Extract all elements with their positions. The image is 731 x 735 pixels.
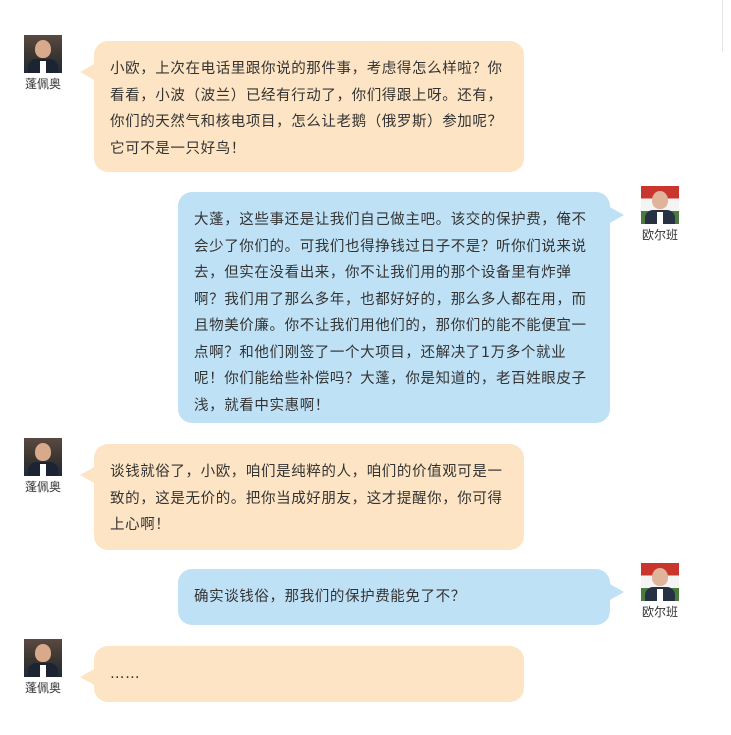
sender-block: 欧尔班 (630, 186, 690, 243)
sender-name: 蓬佩奥 (24, 77, 61, 91)
person-portrait-icon[interactable] (24, 639, 62, 677)
sender-block: 蓬佩奥 (13, 35, 73, 92)
chat-thread: 蓬佩奥 小欧，上次在电话里跟你说的那件事，考虑得怎么样啦？你看看，小波（波兰）已… (0, 0, 731, 735)
sender-block: 蓬佩奥 (13, 639, 73, 696)
person-portrait-flag-icon[interactable] (641, 186, 679, 224)
divider (722, 0, 723, 52)
person-portrait-icon[interactable] (24, 438, 62, 476)
sender-name: 蓬佩奥 (24, 681, 61, 695)
sender-block: 蓬佩奥 (13, 438, 73, 495)
person-portrait-flag-icon[interactable] (641, 563, 679, 601)
person-portrait-icon[interactable] (24, 35, 62, 73)
message-bubble: 小欧，上次在电话里跟你说的那件事，考虑得怎么样啦？你看看，小波（波兰）已经有行动… (80, 41, 524, 172)
message-bubble: 大蓬，这些事还是让我们自己做主吧。该交的保护费，俺不会少了你们的。可我们也得挣钱… (178, 192, 624, 423)
sender-name: 蓬佩奥 (24, 480, 61, 494)
message-bubble: …… (80, 646, 524, 702)
message-bubble: 确实谈钱俗，那我们的保护费能免了不？ (178, 569, 624, 625)
message-bubble: 谈钱就俗了，小欧，咱们是纯粹的人，咱们的价值观可是一致的，这是无价的。把你当成好… (80, 444, 524, 550)
sender-name: 欧尔班 (641, 605, 678, 619)
sender-name: 欧尔班 (641, 228, 678, 242)
sender-block: 欧尔班 (630, 563, 690, 620)
